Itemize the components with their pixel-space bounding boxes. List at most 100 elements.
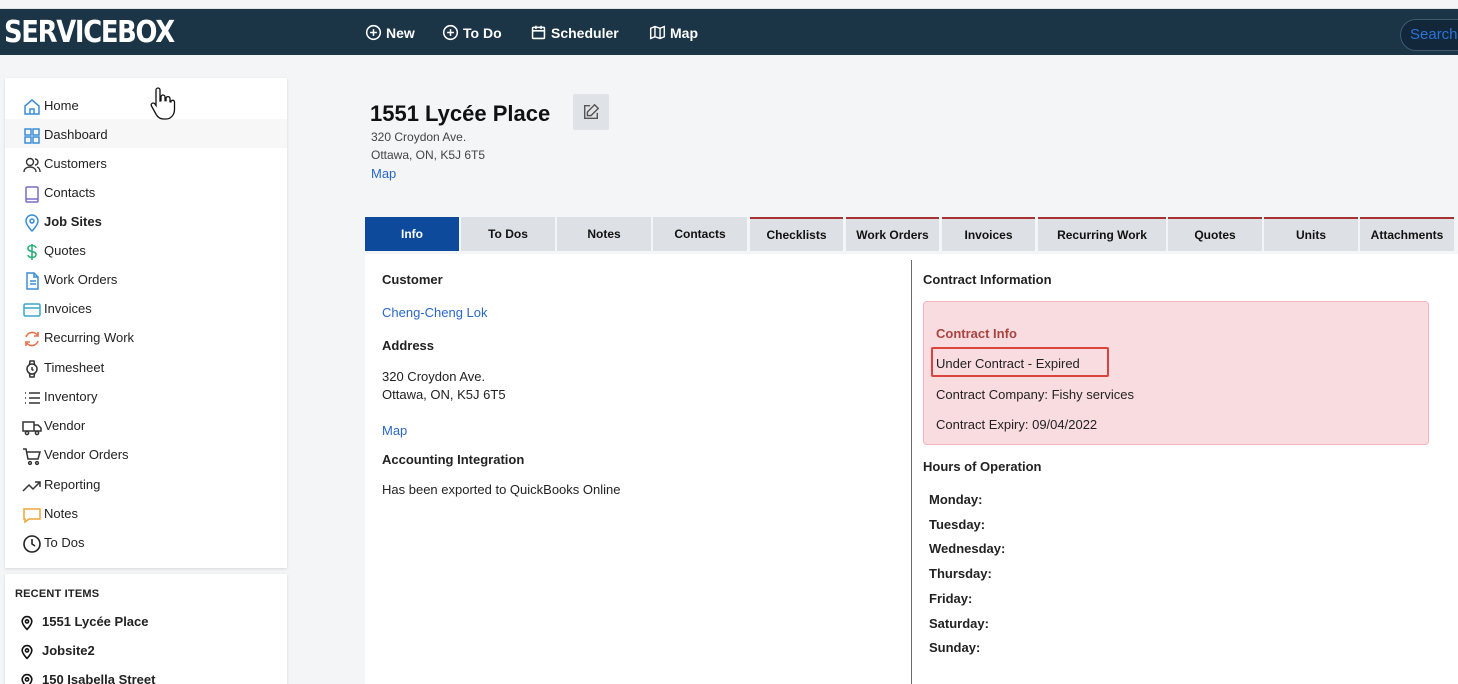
sidebar-item-label: Timesheet — [44, 360, 105, 375]
sidebar-item-timesheet[interactable]: Timesheet — [5, 352, 287, 381]
plus-circle-icon — [442, 24, 459, 41]
sidebar-item-label: Reporting — [44, 477, 101, 492]
contract-box-title: Contract Info — [936, 326, 1017, 341]
sidebar-item-label: Inventory — [44, 389, 98, 404]
address-label: Address — [382, 338, 435, 353]
truck-icon — [22, 421, 42, 436]
accounting-label: Accounting Integration — [382, 452, 525, 467]
sidebar-item-vendor[interactable]: Vendor — [5, 410, 287, 439]
sidebar-item-label: Dashboard — [44, 127, 108, 142]
refresh-icon — [25, 331, 39, 347]
tab-attachments[interactable]: Attachments — [1360, 217, 1454, 251]
recent-items-panel: RECENT ITEMS 1551 Lycée Place Jobsite2 1… — [5, 574, 287, 684]
sidebar-item-job-sites[interactable]: Job Sites — [5, 206, 287, 235]
new-button-label: New — [386, 24, 415, 41]
customer-label: Customer — [382, 272, 443, 287]
dashboard-icon — [24, 128, 40, 144]
location-pin-icon — [25, 214, 39, 233]
page-title: 1551 Lycée Place — [370, 101, 551, 126]
watch-icon — [26, 360, 38, 378]
sidebar-item-work-orders[interactable]: Work Orders — [5, 264, 287, 293]
sidebar-item-invoices[interactable]: Invoices — [5, 293, 287, 322]
clock-icon — [23, 535, 41, 553]
sidebar-item-label: To Dos — [44, 535, 85, 550]
tab-recurring-work[interactable]: Recurring Work — [1038, 217, 1166, 251]
contract-info-box: Contract Info Under Contract - Expired C… — [923, 301, 1429, 445]
sidebar-item-label: Vendor — [44, 418, 86, 433]
scheduler-button-label: Scheduler — [551, 24, 619, 41]
search-input[interactable]: Search — [1400, 19, 1458, 51]
tab-notes[interactable]: Notes — [557, 217, 651, 251]
edit-button[interactable] — [573, 94, 609, 130]
tab-work-orders[interactable]: Work Orders — [846, 217, 939, 251]
recent-item-label: 1551 Lycée Place — [42, 614, 149, 629]
customer-link[interactable]: Cheng-Cheng Lok — [382, 305, 488, 320]
todo-button[interactable]: To Do — [442, 9, 502, 56]
contract-section-label: Contract Information — [923, 272, 1052, 287]
accounting-status: Has been exported to QuickBooks Online — [382, 482, 621, 497]
sidebar-item-quotes[interactable]: Quotes — [5, 235, 287, 264]
todo-button-label: To Do — [463, 24, 502, 41]
sidebar-item-dashboard[interactable]: Dashboard — [5, 119, 287, 148]
dollar-icon — [27, 244, 37, 260]
sidebar-item-home[interactable]: Home — [5, 90, 287, 119]
sidebar-item-label: Contacts — [44, 185, 96, 200]
scheduler-button[interactable]: Scheduler — [530, 9, 619, 56]
map-button[interactable]: Map — [649, 9, 698, 56]
document-icon — [26, 272, 39, 290]
sidebar-item-customers[interactable]: Customers — [5, 148, 287, 177]
day-wednesday: Wednesday: — [929, 541, 1006, 556]
sidebar-item-recurring-work[interactable]: Recurring Work — [5, 322, 287, 351]
hours-label: Hours of Operation — [923, 459, 1042, 474]
day-thursday: Thursday: — [929, 566, 992, 581]
day-tuesday: Tuesday: — [929, 517, 986, 532]
sidebar-item-contacts[interactable]: Contacts — [5, 177, 287, 206]
address-line2: Ottawa, ON, K5J 6T5 — [382, 387, 506, 402]
address-line1: 320 Croydon Ave. — [382, 369, 486, 384]
sidebar-item-notes[interactable]: Notes — [5, 498, 287, 527]
calendar-icon — [531, 25, 546, 40]
location-pin-icon — [21, 673, 33, 684]
tab-info[interactable]: Info — [365, 217, 459, 251]
recent-item-label: Jobsite2 — [42, 643, 95, 658]
customers-icon — [23, 157, 41, 173]
contract-status: Under Contract - Expired — [936, 356, 1080, 371]
app-logo[interactable]: SERVICEBOX — [4, 15, 175, 50]
day-saturday: Saturday: — [929, 616, 989, 631]
sidebar-item-vendor-orders[interactable]: Vendor Orders — [5, 439, 287, 468]
edit-icon — [583, 103, 600, 120]
list-icon — [25, 392, 40, 404]
message-icon — [23, 508, 41, 524]
sidebar-item-inventory[interactable]: Inventory — [5, 381, 287, 410]
contacts-icon — [25, 186, 39, 203]
contract-expiry: Contract Expiry: 09/04/2022 — [936, 417, 1098, 432]
contract-company: Contract Company: Fishy services — [936, 387, 1134, 402]
home-icon — [24, 99, 40, 115]
tab-contacts[interactable]: Contacts — [653, 217, 747, 251]
sidebar-item-label: Invoices — [44, 301, 92, 316]
sidebar-item-label: Job Sites — [44, 214, 102, 229]
address-map-link[interactable]: Map — [382, 423, 407, 438]
cart-icon — [23, 448, 41, 466]
header-address-line1: 320 Croydon Ave. — [371, 130, 467, 144]
sidebar-item-label: Recurring Work — [44, 330, 135, 345]
sidebar-item-label: Home — [44, 98, 79, 113]
tab-quotes[interactable]: Quotes — [1168, 217, 1262, 251]
sidebar-item-reporting[interactable]: Reporting — [5, 469, 287, 498]
new-button[interactable]: New — [365, 9, 415, 56]
header-map-link[interactable]: Map — [371, 166, 396, 181]
sidebar-item-to-dos[interactable]: To Dos — [5, 527, 287, 556]
sidebar-item-label: Notes — [44, 506, 78, 521]
sidebar: Home Dashboard Customers Contacts Job Si… — [5, 78, 287, 568]
day-sunday: Sunday: — [929, 640, 981, 655]
panel-divider — [911, 260, 912, 684]
tab-to-dos[interactable]: To Dos — [461, 217, 555, 251]
header-address-line2: Ottawa, ON, K5J 6T5 — [371, 148, 486, 162]
day-friday: Friday: — [929, 591, 973, 606]
plus-circle-icon — [365, 24, 382, 41]
location-pin-icon — [21, 644, 33, 660]
tab-invoices[interactable]: Invoices — [942, 217, 1035, 251]
tab-units[interactable]: Units — [1264, 217, 1358, 251]
tab-checklists[interactable]: Checklists — [750, 217, 843, 251]
trending-up-icon — [22, 481, 41, 492]
